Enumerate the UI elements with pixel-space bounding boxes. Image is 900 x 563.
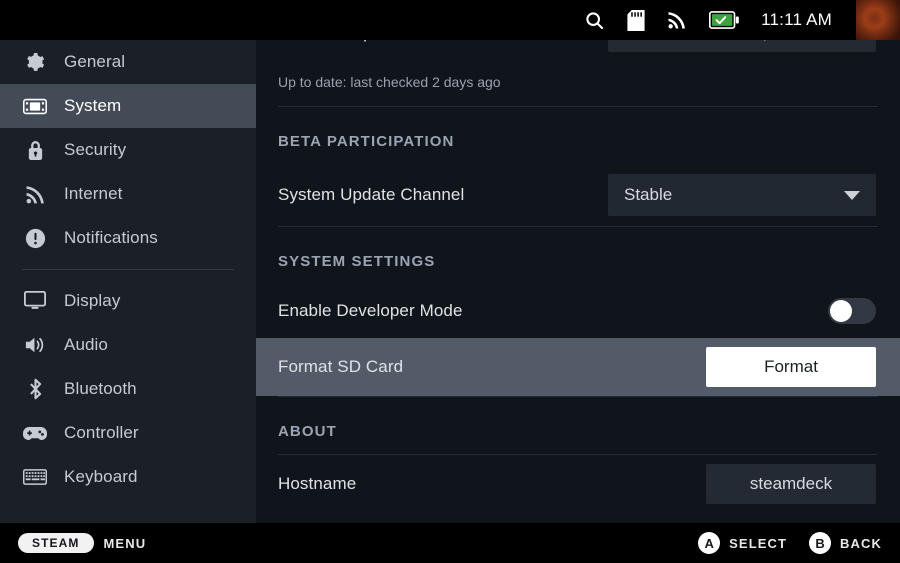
menu-label: MENU [104,536,147,551]
lock-icon [22,137,48,163]
system-update-channel-value: Stable [624,185,672,205]
format-sd-card-label: Format SD Card [278,357,403,377]
sidebar-item-controller[interactable]: Controller [0,411,256,455]
chevron-down-icon [844,191,860,200]
sidebar-item-label: Controller [64,423,139,443]
section-heading-about: ABOUT [256,397,900,454]
monitor-icon [22,288,48,314]
battery-icon [709,11,739,29]
gear-icon [22,49,48,75]
settings-sidebar: General System [0,40,256,523]
software-updates-label: Software Updates [278,40,415,43]
avatar[interactable] [856,0,900,40]
system-update-channel-dropdown[interactable]: Stable [608,174,876,216]
sidebar-item-security[interactable]: Security [0,128,256,172]
row-hostname[interactable]: Hostname steamdeck [256,455,900,513]
hostname-label: Hostname [278,474,356,494]
status-clock: 11:11 AM [761,10,832,30]
wifi-icon[interactable] [667,10,687,30]
sidebar-item-label: Keyboard [64,467,138,487]
hostname-value[interactable]: steamdeck [706,464,876,504]
sidebar-item-label: Audio [64,335,108,355]
enable-developer-mode-label: Enable Developer Mode [278,301,463,321]
sidebar-item-label: General [64,52,125,72]
row-system-update-channel[interactable]: System Update Channel Stable [256,164,900,226]
speaker-icon [22,332,48,358]
status-bar: 11:11 AM [0,0,900,40]
b-button-icon: B [809,532,831,554]
back-label: BACK [840,536,882,551]
sidebar-item-internet[interactable]: Internet [0,172,256,216]
developer-mode-toggle[interactable] [828,298,876,324]
a-button-icon: A [698,532,720,554]
sidebar-item-display[interactable]: Display [0,279,256,323]
gamepad-icon [22,420,48,446]
settings-content-panel: Software Updates Check For Updates Up to… [256,40,900,523]
back-action[interactable]: B BACK [809,532,882,554]
format-button[interactable]: Format [706,347,876,387]
search-icon[interactable] [584,10,605,31]
keyboard-icon [22,464,48,490]
sidebar-item-notifications[interactable]: Notifications [0,216,256,260]
bottom-bar-left: STEAM MENU [18,533,146,553]
exclamation-icon [22,225,48,251]
steamdeck-icon [22,93,48,119]
toggle-knob [830,300,852,322]
sidebar-item-keyboard[interactable]: Keyboard [0,455,256,499]
row-enable-developer-mode[interactable]: Enable Developer Mode [256,284,900,338]
select-label: SELECT [729,536,787,551]
steam-button[interactable]: STEAM [18,533,94,553]
section-heading-system-settings: SYSTEM SETTINGS [256,227,900,284]
sidebar-item-label: Internet [64,184,122,204]
status-icon-group: 11:11 AM [584,10,856,31]
sidebar-item-label: Notifications [64,228,158,248]
sd-card-icon[interactable] [627,10,645,31]
sidebar-item-general[interactable]: General [0,40,256,84]
software-updates-status: Up to date: last checked 2 days ago [256,62,900,106]
sidebar-item-label: Display [64,291,120,311]
sidebar-divider [22,269,234,270]
bottom-bar-right: A SELECT B BACK [698,532,882,554]
check-for-updates-button[interactable]: Check For Updates [608,40,876,52]
steam-deck-settings-screen: 11:11 AM General [0,0,900,563]
row-software-updates[interactable]: Software Updates Check For Updates [256,40,900,62]
wifi-icon [22,181,48,207]
settings-scroll-area[interactable]: Software Updates Check For Updates Up to… [256,40,900,513]
sidebar-item-label: Security [64,140,126,160]
sidebar-item-system[interactable]: System [0,84,256,128]
bluetooth-icon [22,376,48,402]
sidebar-item-label: Bluetooth [64,379,137,399]
row-format-sd-card[interactable]: Format SD Card Format [256,338,900,396]
select-action[interactable]: A SELECT [698,532,787,554]
system-update-channel-label: System Update Channel [278,185,464,205]
bottom-action-bar: STEAM MENU A SELECT B BACK [0,523,900,563]
section-heading-beta-participation: BETA PARTICIPATION [256,107,900,164]
sidebar-item-audio[interactable]: Audio [0,323,256,367]
sidebar-item-bluetooth[interactable]: Bluetooth [0,367,256,411]
sidebar-item-label: System [64,96,121,116]
